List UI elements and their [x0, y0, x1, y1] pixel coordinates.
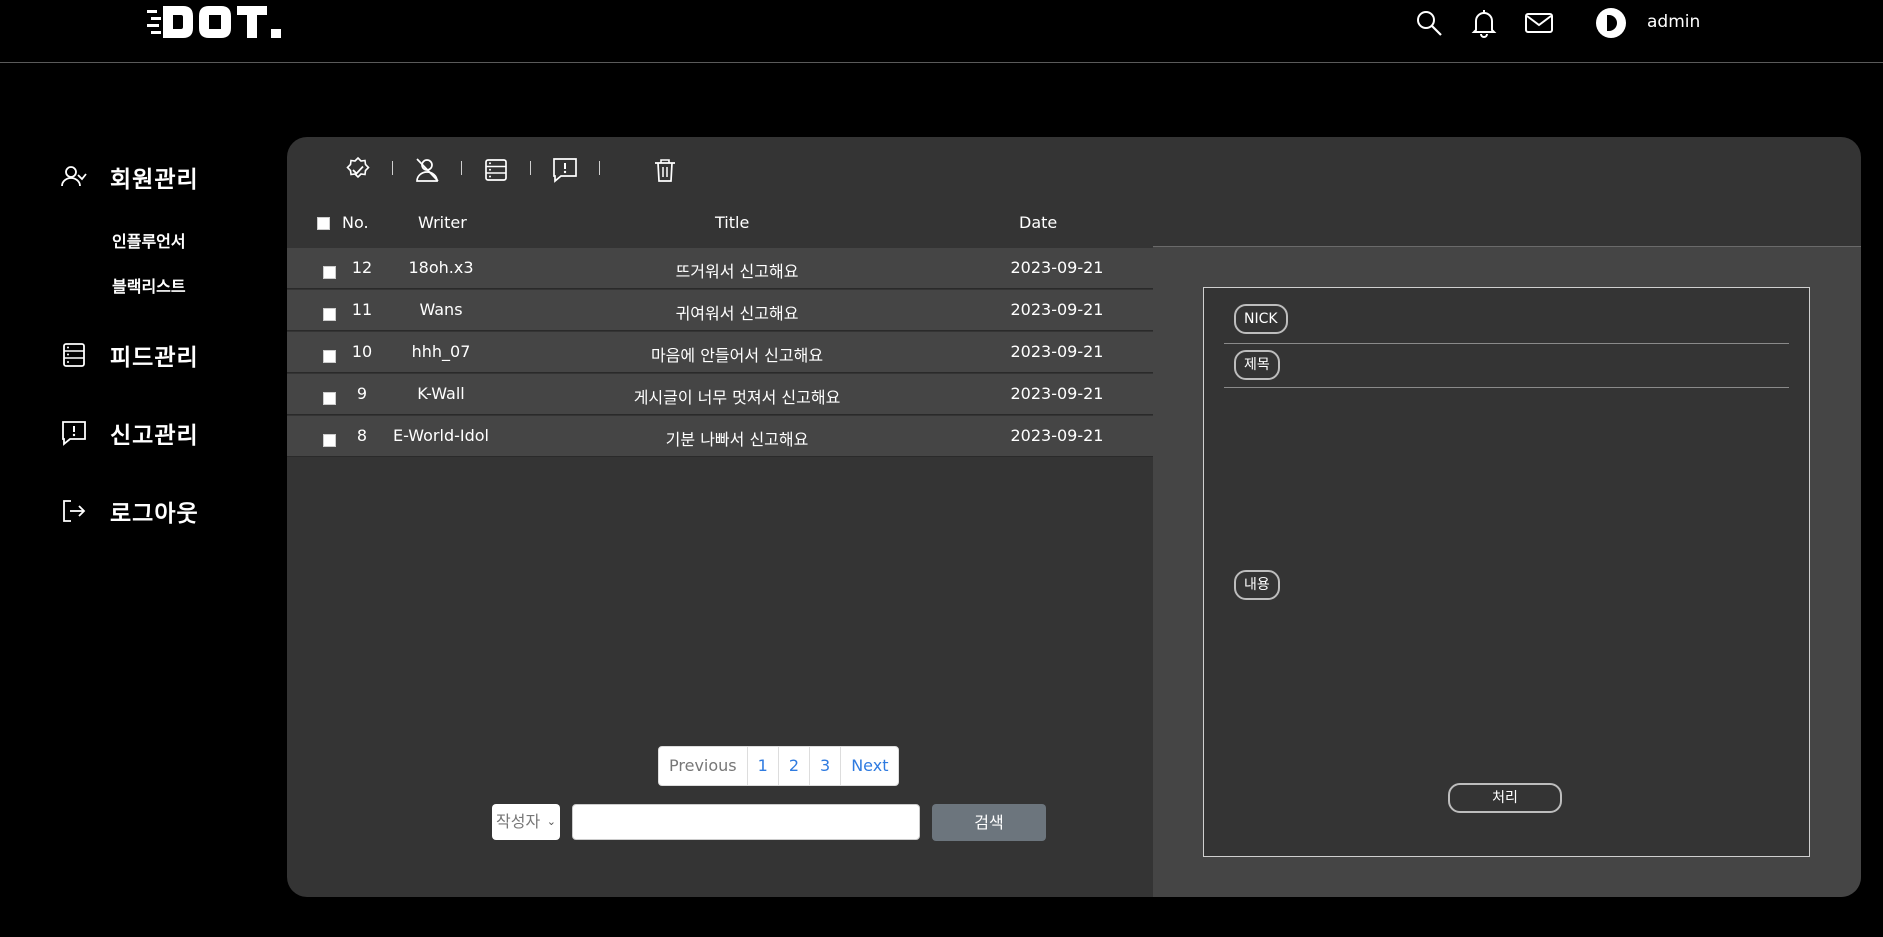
divider — [1224, 387, 1789, 388]
user-icon — [60, 163, 88, 191]
row-date: 2023-09-21 — [1010, 426, 1104, 445]
column-header-no[interactable]: No. — [342, 213, 369, 232]
bell-icon[interactable] — [1469, 8, 1499, 38]
row-no: 9 — [356, 384, 368, 403]
sidebar-item-report-management[interactable]: 신고관리 — [60, 416, 199, 450]
sidebar-item-member-management[interactable]: 회원관리 — [60, 160, 199, 194]
divider — [1224, 343, 1789, 344]
row-checkbox[interactable] — [323, 350, 336, 363]
row-no: 11 — [351, 300, 373, 319]
select-all-checkbox[interactable] — [317, 217, 330, 230]
title-label: 제목 — [1234, 350, 1280, 380]
row-checkbox[interactable] — [323, 308, 336, 321]
search-icon[interactable] — [1414, 8, 1444, 38]
toolbar-separator — [461, 161, 462, 175]
table-row[interactable]: 12 18oh.x3 뜨거워서 신고해요 2023-09-21 — [287, 248, 1153, 289]
top-header: admin — [0, 0, 1883, 63]
pagination-page-1[interactable]: 1 — [746, 747, 778, 785]
trash-icon[interactable] — [651, 156, 679, 184]
row-date: 2023-09-21 — [1010, 384, 1104, 403]
dot-logo[interactable] — [147, 4, 297, 40]
sidebar-item-label: 피드관리 — [110, 345, 199, 371]
row-checkbox[interactable] — [323, 266, 336, 279]
row-date: 2023-09-21 — [1010, 300, 1104, 319]
avatar[interactable] — [1596, 8, 1626, 38]
table-row[interactable]: 11 Wans 귀여워서 신고해요 2023-09-21 — [287, 290, 1153, 331]
column-header-title[interactable]: Title — [715, 213, 749, 232]
sidebar-item-label: 회원관리 — [110, 167, 199, 193]
row-writer: Wans — [419, 300, 463, 319]
search-type-select[interactable]: 작성자 ⌄ — [492, 804, 560, 840]
process-button[interactable]: 처리 — [1448, 783, 1562, 813]
column-header-date[interactable]: Date — [1019, 213, 1057, 232]
search-input[interactable] — [572, 804, 920, 840]
verified-badge-icon[interactable] — [344, 156, 372, 184]
report-table-body: 12 18oh.x3 뜨거워서 신고해요 2023-09-21 11 Wans … — [287, 248, 1153, 458]
row-title[interactable]: 기분 나빠서 신고해요 — [577, 426, 897, 450]
feed-list-icon[interactable] — [482, 156, 510, 184]
pagination-previous[interactable]: Previous — [659, 747, 747, 785]
pagination: Previous 1 2 3 Next — [658, 746, 900, 786]
user-block-icon[interactable] — [413, 156, 441, 184]
row-writer: E-World-Idol — [393, 426, 489, 445]
sidebar-subitem-blacklist[interactable]: 블랙리스트 — [112, 273, 186, 297]
pagination-next[interactable]: Next — [840, 747, 898, 785]
row-title[interactable]: 귀여워서 신고해요 — [577, 300, 897, 324]
table-row[interactable]: 10 hhh_07 마음에 안들어서 신고해요 2023-09-21 — [287, 332, 1153, 373]
feed-list-icon — [60, 341, 88, 369]
content-label: 내용 — [1234, 570, 1280, 600]
logout-icon — [60, 497, 88, 525]
row-writer: hhh_07 — [411, 342, 471, 361]
user-name[interactable]: admin — [1647, 12, 1700, 32]
report-icon — [60, 419, 88, 447]
row-writer: K-Wall — [417, 384, 465, 403]
sidebar-item-label: 신고관리 — [110, 423, 199, 449]
row-date: 2023-09-21 — [1010, 258, 1104, 277]
toolbar-separator — [530, 161, 531, 175]
nick-label: NICK — [1234, 304, 1288, 334]
chevron-down-icon: ⌄ — [546, 815, 556, 828]
row-no: 8 — [356, 426, 368, 445]
report-detail-box: NICK 제목 내용 처리 — [1203, 287, 1810, 857]
row-checkbox[interactable] — [323, 434, 336, 447]
table-row[interactable]: 8 E-World-Idol 기분 나빠서 신고해요 2023-09-21 — [287, 416, 1153, 457]
report-icon[interactable] — [551, 156, 579, 184]
sidebar-item-feed-management[interactable]: 피드관리 — [60, 338, 199, 372]
row-no: 10 — [351, 342, 373, 361]
column-header-writer[interactable]: Writer — [418, 213, 467, 232]
toolbar-separator — [599, 161, 600, 175]
sidebar-subitem-influencer[interactable]: 인플루언서 — [112, 228, 186, 252]
search-button[interactable]: 검색 — [932, 804, 1046, 841]
row-title[interactable]: 마음에 안들어서 신고해요 — [577, 342, 897, 366]
pagination-page-2[interactable]: 2 — [777, 747, 809, 785]
row-date: 2023-09-21 — [1010, 342, 1104, 361]
mail-icon[interactable] — [1524, 8, 1554, 38]
toolbar-separator — [392, 161, 393, 175]
row-checkbox[interactable] — [323, 392, 336, 405]
search-type-value: 작성자 — [496, 812, 541, 831]
row-no: 12 — [351, 258, 373, 277]
table-row[interactable]: 9 K-Wall 게시글이 너무 멋져서 신고해요 2023-09-21 — [287, 374, 1153, 415]
sidebar-item-logout[interactable]: 로그아웃 — [60, 494, 199, 528]
sidebar-item-label: 로그아웃 — [110, 501, 199, 527]
row-title[interactable]: 뜨거워서 신고해요 — [577, 258, 897, 282]
pagination-page-3[interactable]: 3 — [809, 747, 840, 785]
row-title[interactable]: 게시글이 너무 멋져서 신고해요 — [577, 384, 897, 408]
row-writer: 18oh.x3 — [408, 258, 474, 277]
